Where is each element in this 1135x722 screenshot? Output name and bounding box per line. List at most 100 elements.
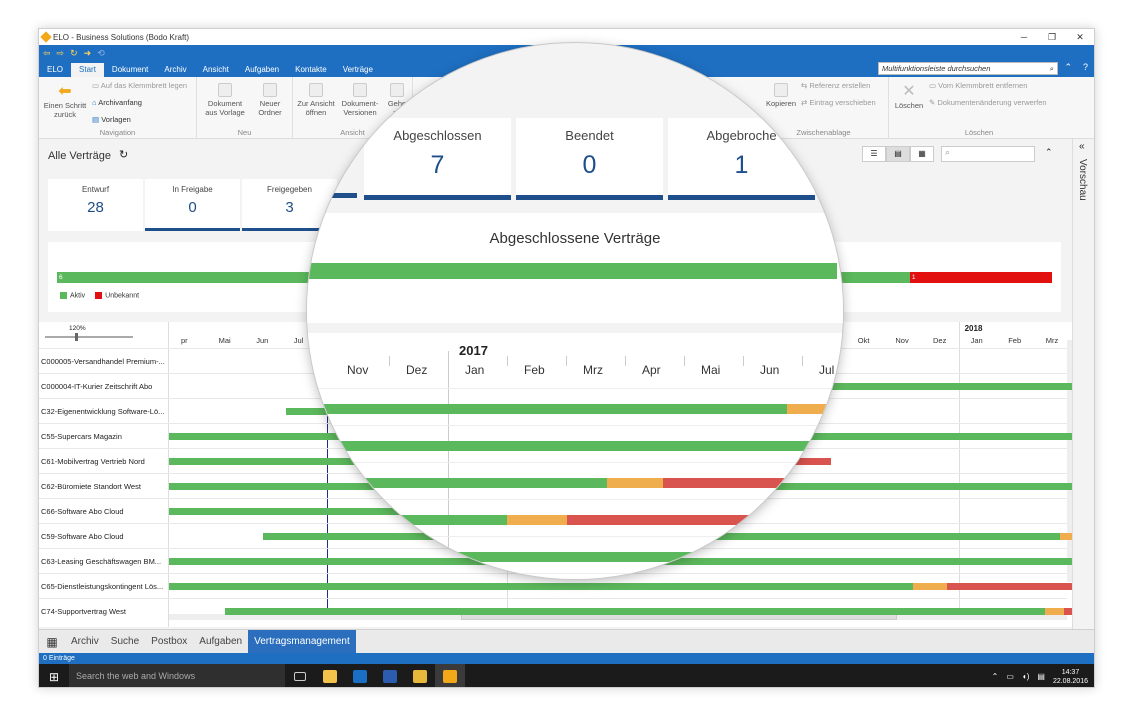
restore-button[interactable]: ❐ xyxy=(1038,29,1066,45)
chevron-up-icon[interactable]: ⌃ xyxy=(992,672,999,681)
word-icon[interactable] xyxy=(375,664,405,687)
file-explorer-icon[interactable] xyxy=(405,664,435,687)
task-view-icon[interactable] xyxy=(285,664,315,687)
list-view-icon[interactable]: ☰ xyxy=(862,146,886,162)
lens-kpi-card[interactable]: Abgeschlossen 7 xyxy=(364,118,511,200)
remove-from-clipboard-item[interactable]: ▭ Vom Klemmbrett entfernen xyxy=(929,81,1027,90)
collapse-ribbon-icon[interactable]: ⌃ xyxy=(1064,62,1072,73)
lens-gantt-row[interactable] xyxy=(307,388,843,428)
bottom-tab-vertragsmanagement[interactable]: Vertragsmanagement xyxy=(248,629,356,654)
clipboard-add-item[interactable]: ▭ Auf das Klemmbrett legen xyxy=(92,81,187,90)
refresh-icon[interactable]: ↻ xyxy=(119,148,128,161)
gantt-bar-green[interactable] xyxy=(225,608,1046,615)
collapse-icon[interactable]: ⌃ xyxy=(1045,147,1053,158)
detail-view-icon[interactable]: ▤ xyxy=(886,146,910,162)
filter-input[interactable]: ⌕ xyxy=(941,146,1035,162)
ribbon-tab-start[interactable]: Start xyxy=(71,63,104,77)
help-icon[interactable]: ? xyxy=(1083,62,1088,72)
ribbon-tab-aufgaben[interactable]: Aufgaben xyxy=(237,63,287,77)
search-icon[interactable]: ⌕ xyxy=(1050,63,1054,74)
expand-preview-icon[interactable]: « xyxy=(1079,141,1085,152)
lens-gantt-bar-orange[interactable] xyxy=(507,515,567,525)
kpi-card[interactable]: In Freigabe 0 xyxy=(145,179,240,231)
minimize-button[interactable]: ─ xyxy=(1010,29,1038,45)
lens-gantt-row[interactable] xyxy=(307,499,843,539)
elo-app-icon[interactable] xyxy=(315,664,345,687)
kpi-card[interactable]: Entwurf 28 xyxy=(48,179,143,231)
year-label: 2018 xyxy=(964,324,983,333)
lens-gantt-bar-green[interactable] xyxy=(307,478,607,488)
lens-gantt-bar-green[interactable] xyxy=(307,441,843,451)
windows-start-icon[interactable]: ⊞ xyxy=(39,664,69,687)
back-arrow-icon[interactable]: ⇦ xyxy=(43,48,51,59)
lens-kpi-value: 1 xyxy=(734,151,749,179)
contract-name: C63-Leasing Geschäftswagen BM... xyxy=(41,557,162,566)
table-view-icon[interactable]: ▦ xyxy=(910,146,934,162)
bottom-tab-suche[interactable]: Suche xyxy=(105,630,145,654)
history-icon[interactable]: ⟲ xyxy=(97,48,105,59)
elo-active-icon[interactable] xyxy=(435,664,465,687)
gantt-row[interactable]: C74-Supportvertrag West xyxy=(39,598,1094,623)
ribbon-tab-archiv[interactable]: Archiv xyxy=(156,63,194,77)
ribbon-tab-elo[interactable]: ELO xyxy=(39,63,71,77)
lens-gantt-bar-green[interactable] xyxy=(307,552,843,562)
copy-button[interactable]: Kopieren xyxy=(763,83,799,108)
status-bar: 0 Einträge xyxy=(39,653,1094,664)
month-label: Mai xyxy=(218,336,231,345)
lens-gantt-bar-orange[interactable] xyxy=(787,404,843,414)
document-versions-button[interactable]: Dokument-Versionen xyxy=(339,83,381,117)
next-icon[interactable]: ➜ xyxy=(84,48,92,59)
lens-gantt-bar-green[interactable] xyxy=(307,515,507,525)
delete-button[interactable]: ✕ Löschen xyxy=(891,83,927,110)
open-view-button[interactable]: Zur Ansicht öffnen xyxy=(295,83,337,117)
lens-gantt-bar-orange[interactable] xyxy=(607,478,663,488)
clock[interactable]: 14:37 22.08.2016 xyxy=(1053,668,1088,686)
lens-kpi-card[interactable]: Abgebroche 1 xyxy=(668,118,815,200)
gantt-bar-red[interactable] xyxy=(1093,533,1094,540)
lens-kpi-card[interactable]: Beendet 0 xyxy=(516,118,663,200)
lens-gantt-row[interactable] xyxy=(307,462,843,502)
taskbar-search-input[interactable]: Search the web and Windows xyxy=(69,664,285,687)
document-from-template-button[interactable]: Dokument aus Vorlage xyxy=(203,83,247,117)
ribbon-tab-verträge[interactable]: Verträge xyxy=(335,63,381,77)
app-grid-icon[interactable]: ▦ xyxy=(39,635,65,649)
ribbon-search-input[interactable]: Multifunktionsleiste durchsuchen ⌕ xyxy=(878,62,1058,75)
notifications-icon[interactable]: ▤ xyxy=(1037,672,1045,681)
ribbon-tab-ansicht[interactable]: Ansicht xyxy=(195,63,237,77)
volume-icon[interactable]: ◖) xyxy=(1022,672,1030,681)
new-folder-button[interactable]: Neuer Ordner xyxy=(251,83,289,117)
lens-gantt-bar-red[interactable] xyxy=(567,515,762,525)
lens-gantt-bar-red[interactable] xyxy=(663,478,797,488)
close-button[interactable]: ✕ xyxy=(1066,29,1094,45)
lens-gantt-bar-green[interactable] xyxy=(307,404,787,414)
outlook-icon[interactable] xyxy=(345,664,375,687)
archive-root-item[interactable]: ⌂ Archivanfang xyxy=(92,98,142,107)
forward-arrow-icon[interactable]: ⇨ xyxy=(57,48,65,59)
lens-month-label: Jan xyxy=(465,363,485,377)
bottom-tab-aufgaben[interactable]: Aufgaben xyxy=(193,630,248,654)
ribbon-tab-dokument[interactable]: Dokument xyxy=(104,63,156,77)
zoom-slider-handle[interactable] xyxy=(75,333,78,341)
bottom-tab-postbox[interactable]: Postbox xyxy=(145,630,193,654)
gantt-bar-orange[interactable] xyxy=(1045,608,1064,615)
lens-month-label: Feb xyxy=(524,363,545,377)
gantt-bar-green[interactable] xyxy=(169,583,914,590)
gantt-bar-orange[interactable] xyxy=(913,583,948,590)
zoom-slider[interactable] xyxy=(45,336,133,338)
create-reference-item[interactable]: ⇆ Referenz erstellen xyxy=(801,81,870,90)
refresh-icon[interactable]: ↻ xyxy=(70,48,78,59)
gantt-bar-red[interactable] xyxy=(947,583,1091,590)
view-title: Alle Verträge xyxy=(48,150,111,162)
lens-gantt-row[interactable] xyxy=(307,573,843,579)
discard-changes-item[interactable]: ✎ Dokumentenänderung verwerfen xyxy=(929,98,1047,107)
lens-gantt-row[interactable] xyxy=(307,425,843,465)
lens-month-label: Dez xyxy=(406,363,428,377)
preview-panel[interactable]: « Vorschau xyxy=(1072,139,1094,629)
back-step-button[interactable]: ⬅ Einen Schritt zurück xyxy=(41,83,89,119)
bottom-tab-archiv[interactable]: Archiv xyxy=(65,630,105,654)
templates-item[interactable]: ▤ Vorlagen xyxy=(92,115,131,124)
lens-gantt-row[interactable] xyxy=(307,536,843,576)
network-icon[interactable]: ▭ xyxy=(1006,672,1014,681)
ribbon-tab-kontakte[interactable]: Kontakte xyxy=(287,63,335,77)
move-entry-item[interactable]: ⇄ Eintrag verschieben xyxy=(801,98,876,107)
